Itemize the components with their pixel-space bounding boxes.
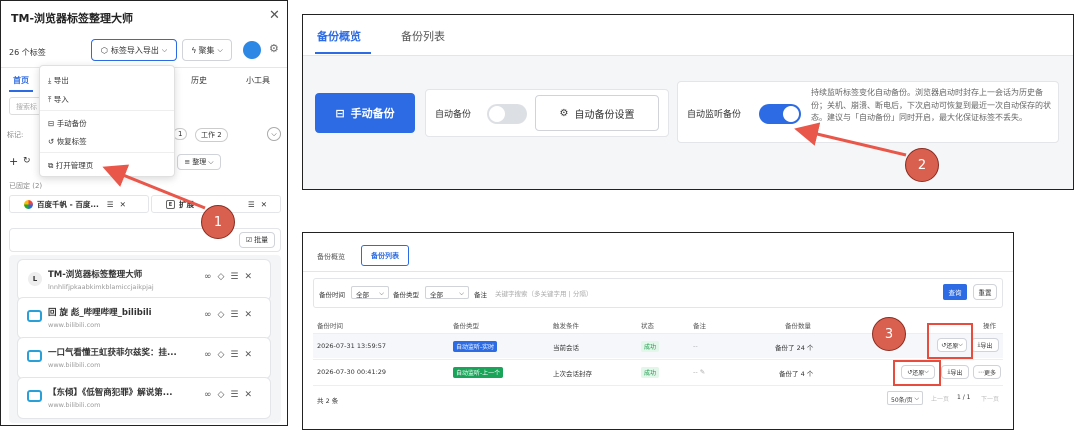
- arrow-2: [794, 122, 907, 157]
- annotation-arrows: [102, 122, 907, 210]
- arrow-1: [102, 164, 206, 210]
